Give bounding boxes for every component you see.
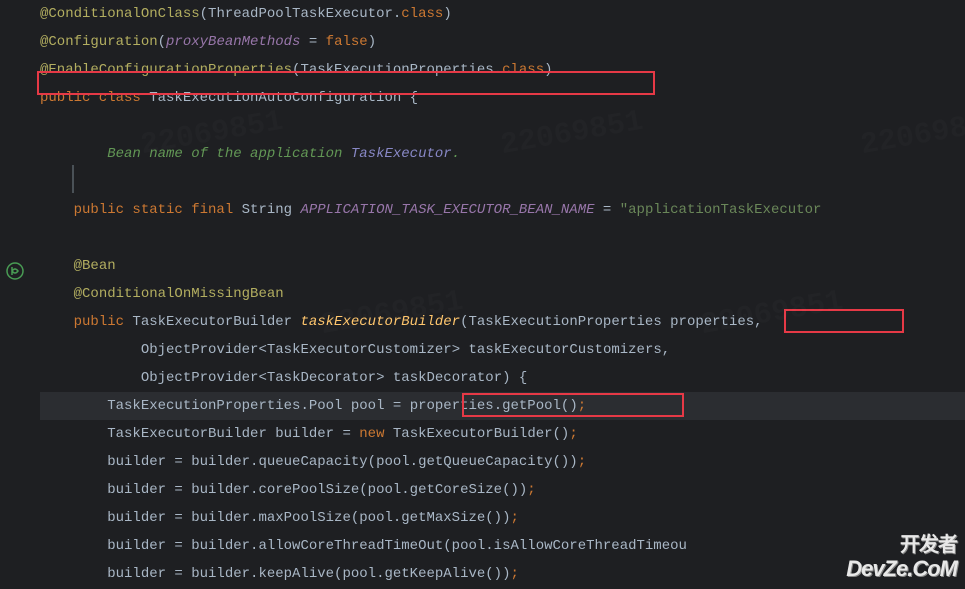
code-line: builder = builder.allowCoreThreadTimeOut… (40, 532, 965, 560)
code-line: builder = builder.maxPoolSize(pool.getMa… (40, 504, 965, 532)
code-line: @Bean (40, 252, 965, 280)
editor-gutter (0, 0, 30, 589)
code-line: @Configuration(proxyBeanMethods = false) (40, 28, 965, 56)
javadoc-indicator-bar (72, 165, 74, 193)
code-line: TaskExecutorBuilder builder = new TaskEx… (40, 420, 965, 448)
code-line (40, 168, 965, 196)
site-watermark: 开发者 DevZe.CoM (846, 532, 957, 581)
code-line: public TaskExecutorBuilder taskExecutorB… (40, 308, 965, 336)
code-editor[interactable]: @ConditionalOnClass(ThreadPoolTaskExecut… (30, 0, 965, 588)
code-line: builder = builder.corePoolSize(pool.getC… (40, 476, 965, 504)
code-line: ObjectProvider<TaskDecorator> taskDecora… (40, 364, 965, 392)
code-line: ObjectProvider<TaskExecutorCustomizer> t… (40, 336, 965, 364)
code-line-doc: Bean name of the application TaskExecuto… (40, 140, 965, 168)
code-line (40, 224, 965, 252)
code-line: public static final String APPLICATION_T… (40, 196, 965, 224)
code-line: builder = builder.queueCapacity(pool.get… (40, 448, 965, 476)
code-line: @ConditionalOnMissingBean (40, 280, 965, 308)
code-line (40, 112, 965, 140)
code-line: @EnableConfigurationProperties(TaskExecu… (40, 56, 965, 84)
gutter-implementation-icon[interactable] (6, 262, 24, 280)
code-line: @ConditionalOnClass(ThreadPoolTaskExecut… (40, 0, 965, 28)
code-line: public class TaskExecutionAutoConfigurat… (40, 84, 965, 112)
code-line-current: TaskExecutionProperties.Pool pool = prop… (40, 392, 965, 420)
code-line: builder = builder.keepAlive(pool.getKeep… (40, 560, 965, 588)
